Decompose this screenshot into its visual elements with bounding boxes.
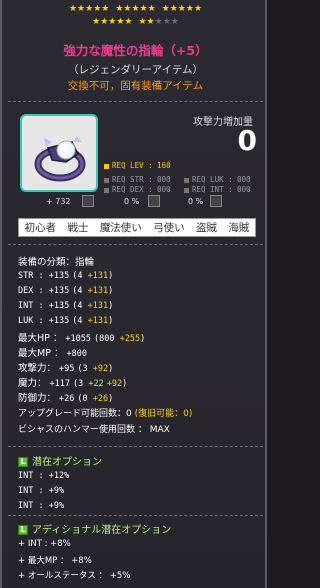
additional-potential-header: L アディショナル潜在オプション: [18, 521, 171, 536]
req-dex: REQ DEX : 000: [104, 185, 171, 194]
divider: [8, 515, 263, 516]
item-name: 強力な魔性の指輪（+5）: [63, 43, 208, 58]
req-luk: REQ LUK : 000: [184, 175, 251, 184]
star-force-row-2: ★★★★★ ★★★★★: [92, 17, 179, 27]
additional-line-3: + オールステータス ： +5%: [18, 571, 131, 581]
item-icon-frame: [20, 114, 98, 192]
stat-magic-attack: 魔力： +117 (3 +22 +92): [18, 378, 128, 389]
mini-stat-3: 0 %: [188, 197, 204, 206]
upgrade-icon: [148, 195, 160, 207]
req-int: REQ INT : 000: [184, 185, 251, 194]
stat-attack: 攻撃力： +95 (3 +92): [18, 363, 114, 374]
job-magician: 魔法使い: [99, 222, 142, 234]
ring-icon: [34, 136, 86, 182]
scroll-icon: [82, 195, 94, 207]
job-bowman: 弓使い: [153, 222, 185, 234]
mini-stat-1: + 732: [46, 197, 71, 206]
stat-int: INT : +135 (4 +131): [18, 301, 114, 311]
additional-line-1: + INT : +8%: [18, 539, 71, 549]
item-rarity: （レジェンダリーアイテム）: [67, 64, 204, 76]
cube-icon: [210, 195, 222, 207]
divider: [8, 101, 263, 102]
stat-max-hp: 最大HP ： +1055 (800 +255): [18, 333, 146, 344]
item-tooltip: ★★★★★ ★★★★★ ★★★★★ ★★★★★ ★★★★★ 強力な魔性の指輪（+5） …: [0, 0, 267, 588]
additional-potential-badge-icon: L: [18, 525, 28, 535]
divider: [8, 446, 263, 447]
stat-str: STR : +135 (4 +131): [18, 271, 114, 281]
potential-header: L 潜在オプション: [18, 453, 102, 468]
req-str: REQ STR : 000: [104, 175, 171, 184]
potential-line-1: INT : +12%: [18, 471, 70, 481]
attack-increase-value: 0: [237, 124, 257, 157]
upgrade-slots: アップグレード可能回数：0 (復旧可能：0): [18, 409, 193, 419]
vicious-hammer-count: ビシャスのハンマー使用回数 ： MAX: [18, 425, 170, 435]
stat-max-mp: 最大MP ： +800: [18, 348, 87, 359]
job-thief: 盗賊: [195, 222, 217, 234]
mini-stat-2: 0 %: [124, 197, 140, 206]
potential-line-2: INT : +9%: [18, 486, 65, 496]
job-pirate: 海賊: [228, 222, 250, 234]
stat-defense: 防御力： +26 (0 +26): [18, 393, 114, 404]
job-warrior: 戦士: [67, 222, 89, 234]
req-level: REQ LEV : 160: [104, 161, 171, 170]
additional-line-2: + 最大MP ： +8%: [18, 556, 92, 566]
star-force-row-1: ★★★★★ ★★★★★ ★★★★★: [68, 4, 203, 14]
job-requirement-bar: 初心者 戦士 魔法使い 弓使い 盗賊 海賊: [18, 218, 256, 237]
job-beginner: 初心者: [24, 222, 57, 234]
trade-restriction: 交換不可，固有装備アイテム: [67, 80, 204, 92]
equip-category: 装備の分類：指輪: [18, 257, 95, 268]
divider: [8, 244, 263, 245]
stat-dex: DEX : +135 (4 +131): [18, 286, 114, 296]
potential-line-3: INT : +9%: [18, 501, 65, 511]
potential-badge-icon: L: [18, 457, 28, 467]
stat-luk: LUK : +135 (4 +131): [18, 316, 114, 326]
